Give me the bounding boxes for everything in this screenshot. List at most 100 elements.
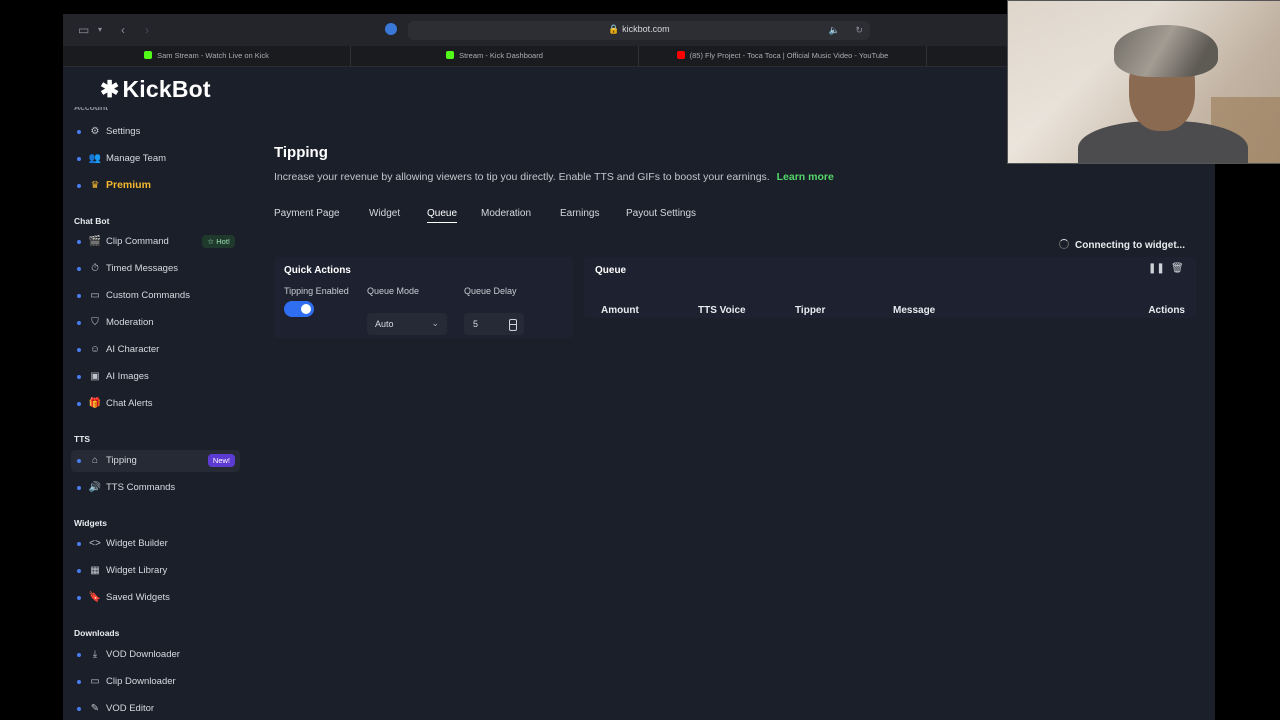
- audio-icon[interactable]: 🔈: [829, 25, 840, 36]
- sidebar-section-title: Account: [74, 107, 108, 112]
- chevron-down-icon[interactable]: ▾: [98, 23, 102, 37]
- bullet: [77, 569, 81, 573]
- browser-tab[interactable]: Stream - Kick Dashboard: [351, 46, 639, 66]
- sidebar-item-label: VOD Downloader: [106, 649, 180, 660]
- tab-widget[interactable]: Widget: [369, 208, 400, 219]
- bullet: [77, 402, 81, 406]
- browser-tab[interactable]: Sam Stream - Watch Live on Kick: [63, 46, 351, 66]
- sidebar-item-premium[interactable]: ♛ Premium: [71, 175, 240, 197]
- queue-delay-input[interactable]: 5: [464, 313, 524, 335]
- speaker-icon: 🔊: [88, 482, 102, 493]
- queue-delay-label: Queue Delay: [464, 286, 517, 296]
- sidebar-section-title: Widgets: [74, 518, 107, 528]
- quick-actions-panel: Quick Actions Tipping Enabled Queue Mode…: [274, 257, 573, 338]
- terminal-icon: ▭: [90, 290, 100, 301]
- url-text: 🔒 kickbot.com: [608, 24, 670, 34]
- sidebar-item-custom-commands[interactable]: ▭ Custom Commands: [71, 285, 240, 307]
- code-icon: <>: [89, 538, 101, 549]
- sidebar-item-chat-alerts[interactable]: 🎁 Chat Alerts: [71, 393, 240, 415]
- bookmark-icon: 🔖: [88, 592, 102, 603]
- sidebar-item-label: Moderation: [106, 317, 154, 328]
- bullet: [77, 459, 81, 463]
- sidebar-item-ai-images[interactable]: ▣ AI Images: [71, 366, 240, 388]
- spinner-icon: [1059, 239, 1069, 249]
- sidebar-item-manage-team[interactable]: 👥 Manage Team: [71, 148, 240, 170]
- sidebar-item-moderation[interactable]: ⛉ Moderation: [71, 312, 240, 334]
- bullet: [77, 321, 81, 325]
- sidebar-item-settings[interactable]: ⚙ Settings: [71, 121, 240, 143]
- bullet: [77, 240, 81, 244]
- logo[interactable]: ✱ KickBot: [100, 76, 211, 103]
- sidebar-item-label: AI Images: [106, 371, 149, 382]
- hot-badge: ☆ Hot!: [202, 235, 235, 248]
- sidebar-item-label: VOD Editor: [106, 703, 155, 714]
- toggle-knob: [301, 304, 311, 314]
- sidebar-section-title: TTS: [74, 434, 91, 444]
- column-header-tipper: Tipper: [795, 305, 826, 316]
- page-subtitle: Increase your revenue by allowing viewer…: [274, 171, 834, 183]
- kickbot-logo-icon: ✱: [100, 76, 120, 102]
- subtitle-text: Increase your revenue by allowing viewer…: [274, 171, 770, 183]
- sidebar-item-vod-downloader[interactable]: ⤓ VOD Downloader: [71, 644, 240, 666]
- sidebar-item-label: Tipping: [106, 455, 137, 466]
- stepper-icon[interactable]: [509, 319, 517, 331]
- sidebar-item-clip-downloader[interactable]: ▭ Clip Downloader: [71, 671, 240, 693]
- sidebar-item-widget-builder[interactable]: <> Widget Builder: [71, 533, 240, 555]
- sidebar-section-title: Chat Bot: [74, 216, 110, 226]
- sidebar-item-label: Widget Builder: [106, 538, 168, 549]
- panel-title: Queue: [595, 265, 627, 276]
- sidebar-item-tipping[interactable]: ⌂ Tipping New!: [71, 450, 240, 472]
- page-title: Tipping: [274, 144, 328, 161]
- reload-icon[interactable]: ↻: [855, 25, 863, 36]
- gear-icon: ⚙: [90, 126, 100, 137]
- new-badge: New!: [207, 454, 235, 467]
- kickbot-app: ✱ KickBot Account ⚙ Settings 👥 Manage Tea…: [63, 67, 1215, 720]
- bullet: [77, 486, 81, 490]
- download-icon: ⤓: [92, 649, 98, 660]
- chevron-down-icon: ⌄: [431, 318, 439, 328]
- sidebar-item-label: Premium: [106, 179, 151, 191]
- tab-payout-settings[interactable]: Payout Settings: [626, 208, 696, 219]
- extension-icon[interactable]: [385, 23, 397, 35]
- sidebar-item-clip-command[interactable]: 🎬 Clip Command ☆ Hot!: [71, 231, 240, 253]
- panel-title: Quick Actions: [284, 265, 351, 276]
- image-icon: ▣: [90, 371, 100, 382]
- tab-queue[interactable]: Queue: [427, 208, 458, 223]
- sidebar-item-ai-character[interactable]: ☺ AI Character: [71, 339, 240, 361]
- sidebar-item-label: Clip Command: [106, 236, 169, 247]
- sidebar-item-vod-editor[interactable]: ✎ VOD Editor: [71, 698, 240, 720]
- bullet: [77, 157, 81, 161]
- sidebar-item-timed-messages[interactable]: ⏱ Timed Messages: [71, 258, 240, 280]
- sidebar-section-title: Downloads: [74, 628, 120, 638]
- webcam-person-hat: [1114, 25, 1218, 77]
- browser-tab[interactable]: (85) Fly Project - Toca Toca | Official …: [639, 46, 927, 66]
- sidebar-item-widget-library[interactable]: ▦ Widget Library: [71, 560, 240, 582]
- grid-icon: ▦: [90, 565, 100, 576]
- trash-icon[interactable]: 🗑: [1171, 263, 1184, 275]
- store-icon: ⌂: [91, 455, 99, 466]
- back-icon[interactable]: ‹: [121, 23, 125, 37]
- tab-earnings[interactable]: Earnings: [560, 208, 599, 219]
- pause-icon[interactable]: ❚❚: [1148, 263, 1165, 275]
- clip-icon: ▭: [90, 676, 100, 687]
- bullet: [77, 542, 81, 546]
- queue-mode-value: Auto: [375, 319, 394, 329]
- column-header-amount: Amount: [601, 305, 639, 316]
- sidebar-item-label: Widget Library: [106, 565, 168, 576]
- sidebar-item-saved-widgets[interactable]: 🔖 Saved Widgets: [71, 587, 240, 609]
- forward-icon[interactable]: ›: [145, 23, 149, 37]
- shield-icon: ⛉: [91, 317, 99, 328]
- learn-more-link[interactable]: Learn more: [777, 171, 834, 183]
- bullet: [77, 653, 81, 657]
- tab-payment-page[interactable]: Payment Page: [274, 208, 340, 219]
- sidebar: ✱ KickBot Account ⚙ Settings 👥 Manage Tea…: [63, 67, 250, 720]
- sidebar-toggle-icon[interactable]: ▭: [78, 23, 89, 37]
- tipping-enabled-toggle[interactable]: [284, 301, 314, 317]
- sidebar-item-label: Timed Messages: [106, 263, 178, 274]
- address-bar[interactable]: 🔒 kickbot.com 🔈 ↻: [408, 21, 870, 40]
- queue-mode-select[interactable]: Auto ⌄: [367, 313, 447, 335]
- tab-moderation[interactable]: Moderation: [481, 208, 531, 219]
- sidebar-item-tts-commands[interactable]: 🔊 TTS Commands: [71, 477, 240, 499]
- crown-icon: ♛: [90, 180, 100, 191]
- column-header-actions: Actions: [1148, 305, 1185, 316]
